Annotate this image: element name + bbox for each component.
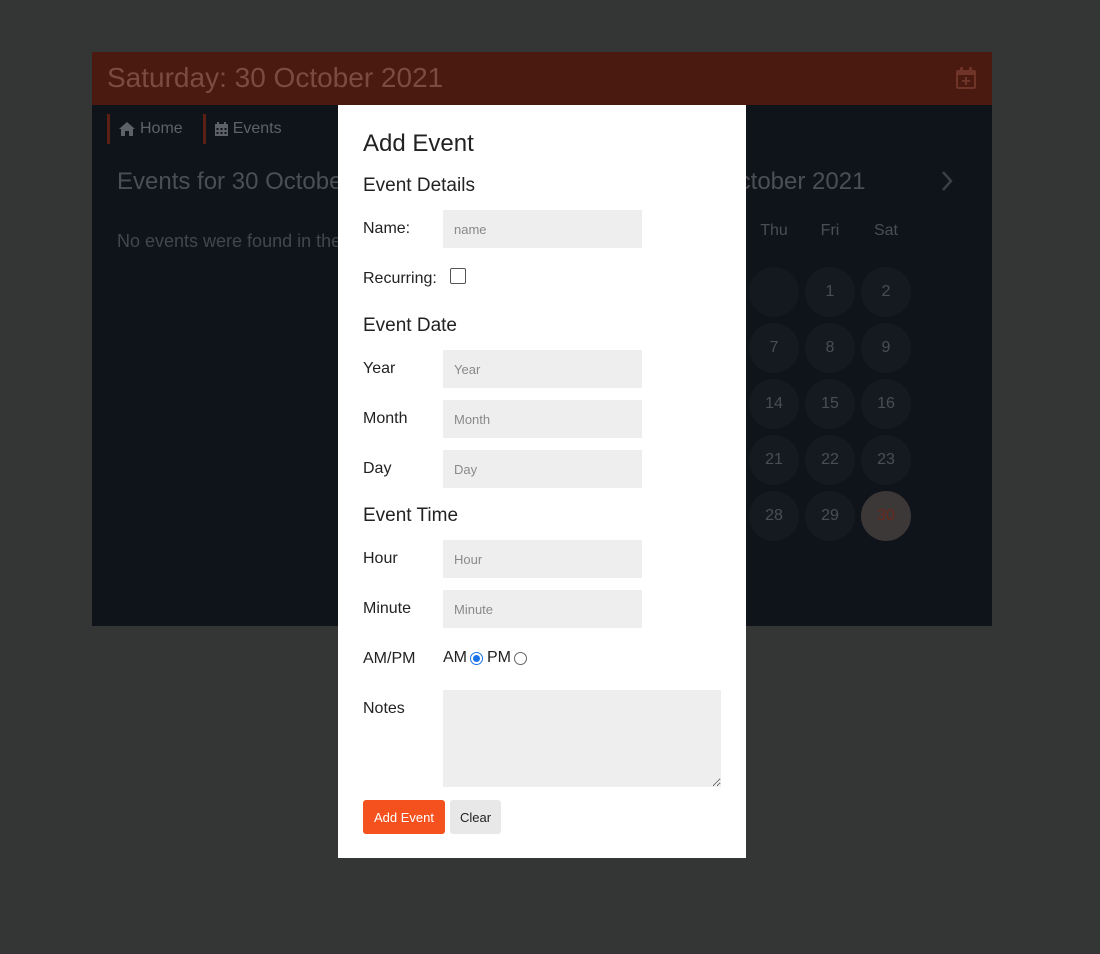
- minute-input[interactable]: [443, 590, 642, 628]
- no-events-message: No events were found in the: [117, 231, 342, 251]
- minute-label: Minute: [363, 600, 412, 617]
- day-input[interactable]: [443, 450, 642, 488]
- calendar-day[interactable]: 29: [805, 491, 855, 541]
- calendar-day[interactable]: 1: [805, 267, 855, 317]
- chevron-right-icon[interactable]: [940, 170, 954, 192]
- calendar-day[interactable]: 2: [861, 267, 911, 317]
- add-calendar-icon[interactable]: [955, 66, 977, 90]
- am-label: AM: [443, 649, 467, 666]
- calendar-day[interactable]: 21: [749, 435, 799, 485]
- day-label: Day: [363, 460, 392, 477]
- nav-events-label: Events: [232, 120, 282, 137]
- am-radio[interactable]: [470, 651, 483, 665]
- add-event-modal: Add Event Event Details Name: Recurring:…: [338, 105, 746, 858]
- pm-label: PM: [487, 649, 511, 666]
- calendar-day[interactable]: 15: [805, 379, 855, 429]
- calendar-icon: [214, 122, 228, 136]
- home-icon: [119, 122, 135, 136]
- name-input[interactable]: [443, 210, 642, 248]
- calendar-blank-cell: [749, 267, 799, 317]
- weekday-header: Fri: [820, 222, 840, 239]
- calendar-day[interactable]: 23: [861, 435, 911, 485]
- nav-events[interactable]: Events: [202, 114, 282, 144]
- month-label: Month: [363, 410, 408, 427]
- notes-textarea[interactable]: [443, 690, 721, 787]
- add-event-button[interactable]: Add Event: [363, 800, 445, 834]
- notes-label: Notes: [363, 700, 405, 717]
- clear-button[interactable]: Clear: [450, 800, 501, 834]
- calendar-day[interactable]: 28: [749, 491, 799, 541]
- event-details-heading: Event Details: [363, 175, 475, 196]
- nav-home[interactable]: Home: [107, 114, 183, 144]
- recurring-checkbox[interactable]: [450, 268, 466, 284]
- recurring-label: Recurring:: [363, 270, 437, 287]
- ampm-group: AM PM: [443, 649, 531, 667]
- calendar-day[interactable]: 14: [749, 379, 799, 429]
- calendar-day[interactable]: 22: [805, 435, 855, 485]
- hour-label: Hour: [363, 550, 398, 567]
- year-input[interactable]: [443, 350, 642, 388]
- calendar-day[interactable]: 16: [861, 379, 911, 429]
- calendar-day[interactable]: 9: [861, 323, 911, 373]
- weekday-header: Thu: [760, 222, 788, 239]
- hour-input[interactable]: [443, 540, 642, 578]
- year-label: Year: [363, 360, 396, 377]
- event-time-heading: Event Time: [363, 505, 459, 526]
- calendar-day[interactable]: 7: [749, 323, 799, 373]
- modal-title: Add Event: [363, 130, 474, 157]
- calendar-day-selected[interactable]: 30: [861, 491, 911, 541]
- app-header: Saturday: 30 October 2021: [92, 52, 992, 105]
- month-input[interactable]: [443, 400, 642, 438]
- weekday-header: Sat: [873, 222, 898, 239]
- nav-home-label: Home: [140, 120, 183, 137]
- name-label: Name:: [363, 220, 411, 237]
- nav-bar: Home Events: [107, 114, 282, 144]
- pm-radio[interactable]: [514, 651, 527, 665]
- ampm-label: AM/PM: [363, 650, 416, 667]
- event-date-heading: Event Date: [363, 315, 457, 336]
- calendar-day[interactable]: 8: [805, 323, 855, 373]
- page-title: Saturday: 30 October 2021: [107, 62, 444, 93]
